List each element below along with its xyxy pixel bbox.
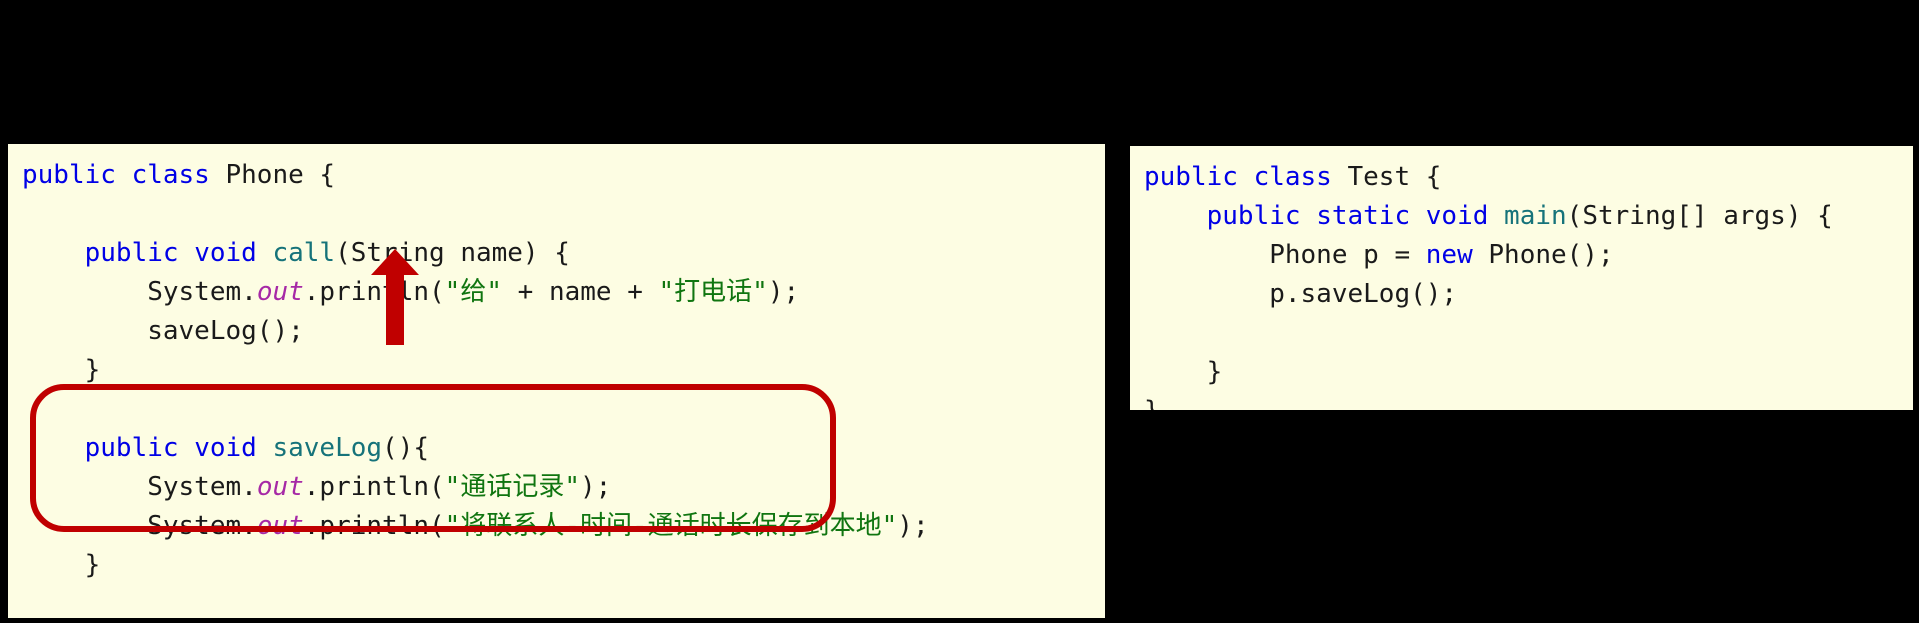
code-token: saveLog(); (22, 316, 304, 346)
phone-line-10: System.out.println("将联系人-时间-通话时长保存到本地"); (22, 507, 1105, 546)
phone-line-12 (22, 585, 1105, 618)
code-token: public class (22, 160, 226, 190)
code-token: .println( (303, 511, 445, 541)
test-line-1: public class Test { (1144, 158, 1913, 197)
phone-line-11: } (22, 546, 1105, 585)
code-token: Test { (1347, 162, 1442, 192)
code-token: new (1425, 240, 1489, 270)
code-token: System. (22, 277, 257, 307)
test-line-5 (1144, 314, 1913, 353)
code-token: public void (84, 238, 273, 268)
code-token: "给" (444, 277, 502, 307)
code-token: "将联系人-时间-通话时长保存到本地" (444, 511, 898, 541)
code-block-test: public class Test { public static void m… (1144, 158, 1913, 410)
phone-line-6: } (22, 351, 1105, 390)
code-token: main (1504, 201, 1567, 231)
code-token: ); (897, 511, 929, 541)
code-token: } (1144, 357, 1223, 387)
code-token: call (272, 238, 336, 268)
code-token: } (22, 355, 101, 385)
code-token: public static void (1206, 201, 1505, 231)
phone-line-8: public void saveLog(){ (22, 429, 1105, 468)
test-line-7: } (1144, 392, 1913, 410)
code-token: .println( (303, 472, 445, 502)
code-token: System. (22, 511, 257, 541)
code-token: Phone p = (1144, 240, 1426, 270)
phone-line-9: System.out.println("通话记录"); (22, 468, 1105, 507)
code-token: saveLog (272, 433, 383, 463)
code-token: (String name) { (335, 238, 570, 268)
code-token: public void (84, 433, 273, 463)
code-token: } (1144, 396, 1160, 410)
phone-line-2 (22, 195, 1105, 234)
test-line-4: p.saveLog(); (1144, 275, 1913, 314)
code-token: p.saveLog(); (1144, 279, 1458, 309)
code-token: + name + (501, 277, 659, 307)
code-token: System. (22, 472, 257, 502)
code-panel-test: public class Test { public static void m… (1130, 146, 1913, 410)
code-token: public class (1144, 162, 1348, 192)
code-token: Phone { (225, 160, 336, 190)
code-token: .println( (303, 277, 445, 307)
code-token: Phone(); (1488, 240, 1614, 270)
code-block-phone: public class Phone { public void call(St… (22, 156, 1105, 618)
code-token: out (256, 511, 304, 541)
phone-line-3: public void call(String name) { (22, 234, 1105, 273)
code-token: "通话记录" (444, 472, 580, 502)
phone-line-7 (22, 390, 1105, 429)
test-line-2: public static void main(String[] args) { (1144, 197, 1913, 236)
slide-canvas: public class Phone { public void call(St… (0, 0, 1919, 623)
phone-line-1: public class Phone { (22, 156, 1105, 195)
phone-line-5: saveLog(); (22, 312, 1105, 351)
code-token: "打电话" (658, 277, 768, 307)
code-token: out (256, 472, 304, 502)
phone-line-4: System.out.println("给" + name + "打电话"); (22, 273, 1105, 312)
code-panel-phone: public class Phone { public void call(St… (8, 144, 1105, 618)
test-line-3: Phone p = new Phone(); (1144, 236, 1913, 275)
code-token: out (256, 277, 304, 307)
code-token: (String[] args) { (1566, 201, 1833, 231)
code-token: ); (579, 472, 612, 502)
code-token: } (22, 550, 101, 580)
code-token: (){ (382, 433, 430, 463)
code-token: ); (767, 277, 800, 307)
test-line-6: } (1144, 353, 1913, 392)
